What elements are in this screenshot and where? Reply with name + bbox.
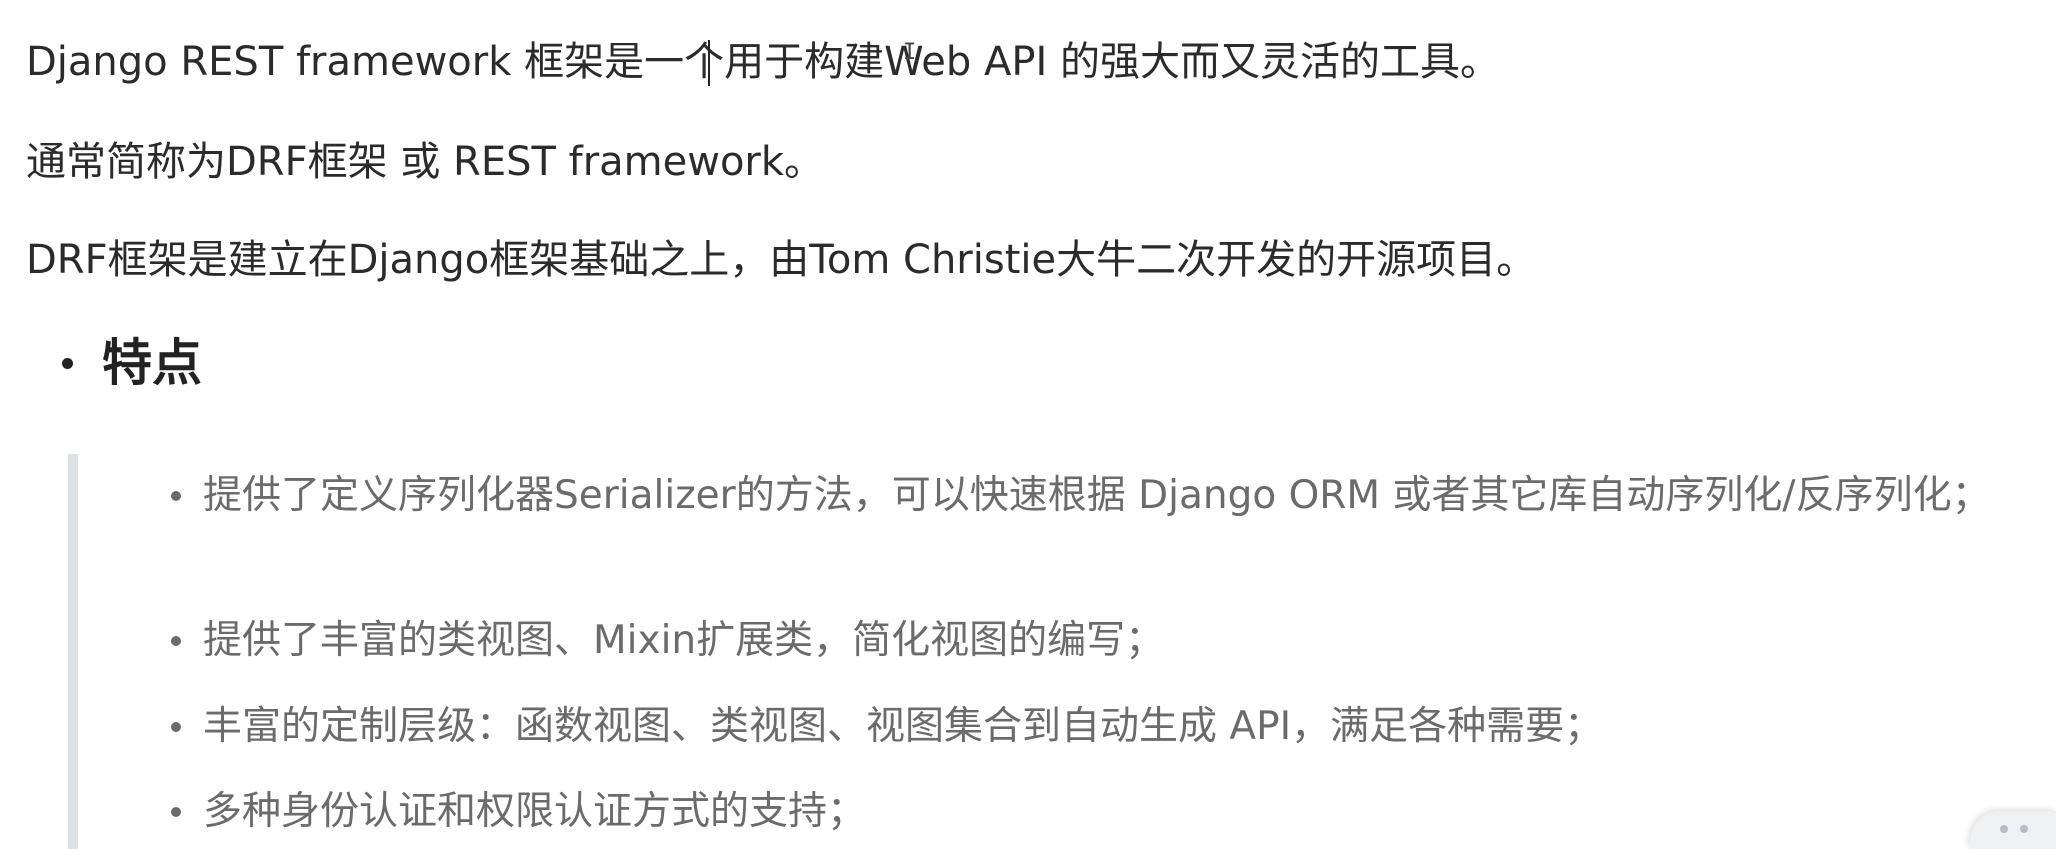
- intro-paragraph-1: Django REST framework 框架是一个用于构建Web API 的…: [26, 39, 1501, 85]
- intro-paragraph-3: DRF框架是建立在Django框架基础之上，由Tom Christie大牛二次开…: [26, 237, 1537, 283]
- feature-text: 提供了丰富的类视图、Mixin扩展类，简化视图的编写；: [203, 618, 1165, 663]
- list-item: 丰富的定制层级：函数视图、类视图、视图集合到自动生成 API，满足各种需要；: [171, 695, 2028, 759]
- text-caret: [708, 40, 710, 86]
- list-item: 提供了定义序列化器Serializer的方法，可以快速根据 Django ORM…: [171, 464, 2033, 528]
- feature-text: 多种身份认证和权限认证方式的支持；: [203, 789, 867, 834]
- features-list: 提供了定义序列化器Serializer的方法，可以快速根据 Django ORM…: [78, 454, 2038, 849]
- feature-text: 提供了定义序列化器Serializer的方法，可以快速根据 Django ORM…: [203, 473, 1991, 518]
- bullet-icon: [171, 491, 181, 501]
- bullet-icon: [171, 636, 181, 646]
- intro-paragraph-2: 通常简称为DRF框架 或 REST framework。: [26, 139, 825, 185]
- features-heading-text: 特点: [102, 334, 202, 392]
- features-heading: 特点: [62, 330, 202, 396]
- floating-widget-icon[interactable]: [1970, 811, 2056, 849]
- widget-dot-icon: [2020, 825, 2028, 833]
- list-item: 多种身份认证和权限认证方式的支持；: [171, 780, 2028, 844]
- widget-dot-icon: [2000, 825, 2008, 833]
- features-blockquote: 提供了定义序列化器Serializer的方法，可以快速根据 Django ORM…: [68, 454, 2038, 849]
- bullet-icon: [171, 807, 181, 817]
- ibeam-cursor-icon: I: [903, 40, 917, 65]
- list-item: 提供了丰富的类视图、Mixin扩展类，简化视图的编写；: [171, 609, 2028, 673]
- heading-bullet-icon: [62, 357, 73, 369]
- bullet-icon: [171, 722, 181, 732]
- feature-text: 丰富的定制层级：函数视图、类视图、视图集合到自动生成 API，满足各种需要；: [203, 704, 1604, 749]
